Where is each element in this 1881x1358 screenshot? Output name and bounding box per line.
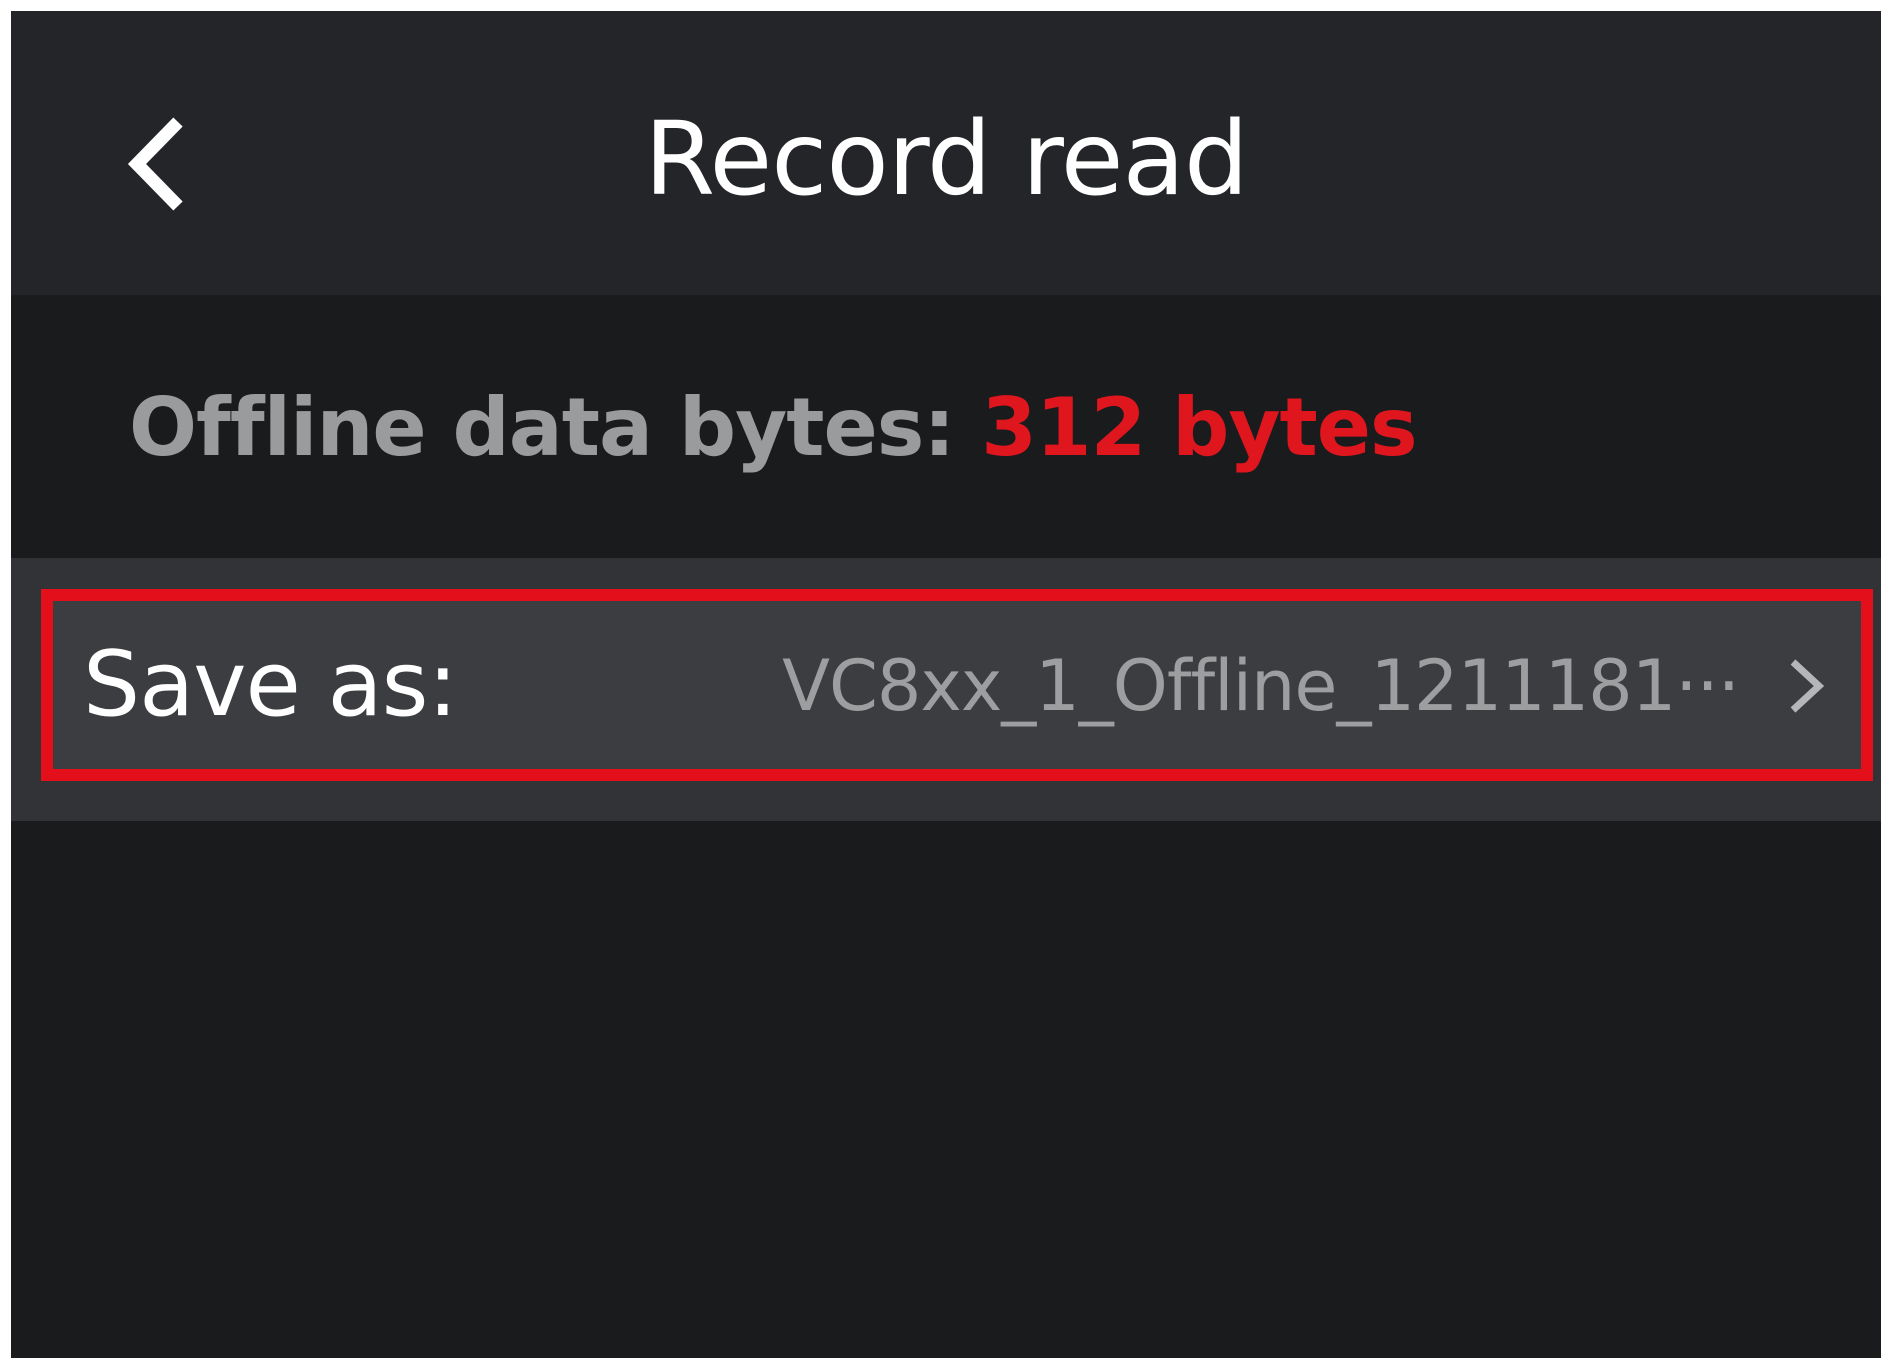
app-screen: Record read Offline data bytes: 312 byte… — [11, 11, 1881, 1358]
offline-data-value: 312 bytes — [981, 381, 1417, 474]
save-as-filename: VC8xx_1_Offline_1211181··· — [782, 645, 1739, 727]
page-title: Record read — [644, 100, 1249, 219]
save-section: Save as: VC8xx_1_Offline_1211181··· — [11, 558, 1881, 821]
save-as-label: Save as: — [83, 632, 458, 737]
save-as-row[interactable]: Save as: VC8xx_1_Offline_1211181··· — [41, 589, 1873, 781]
top-bar: Record read — [11, 11, 1881, 295]
chevron-right-icon — [1790, 659, 1825, 713]
offline-data-label: Offline data bytes: — [129, 381, 982, 474]
offline-data-info: Offline data bytes: 312 bytes — [129, 378, 1418, 478]
